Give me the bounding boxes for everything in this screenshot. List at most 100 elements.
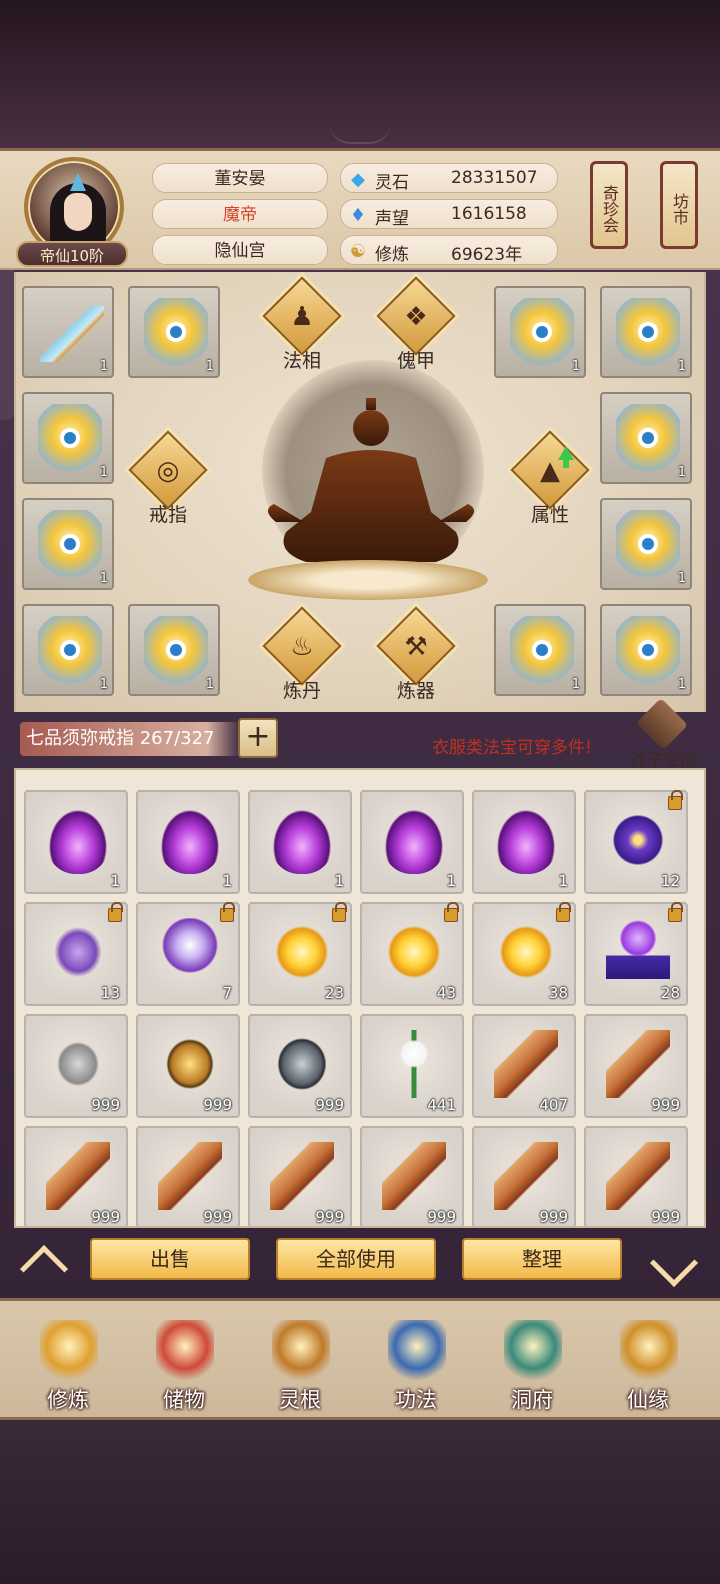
equip-slot[interactable]: 1 — [22, 498, 114, 590]
item-count: 999 — [203, 1096, 232, 1114]
ore-item-icon — [158, 1030, 222, 1098]
nav-item-gourd[interactable]: 仙缘 — [600, 1310, 696, 1420]
inventory-cell[interactable]: 38 — [472, 902, 576, 1006]
equip-slot[interactable]: 1 — [22, 392, 114, 484]
faxiang-button[interactable]: ♟ 法相 — [262, 276, 342, 384]
nav-label: 储物 — [163, 1388, 205, 1412]
stat-label: 灵石 — [375, 173, 409, 193]
item-count: 1 — [334, 872, 344, 890]
ring-button[interactable]: ◎ 戒指 — [128, 430, 208, 538]
stat-value: 28331507 — [451, 168, 538, 188]
nav-item-spirit-root[interactable]: 灵根 — [252, 1310, 348, 1420]
nav-item-cultivate[interactable]: 修炼 — [20, 1310, 116, 1420]
root-item-icon — [494, 1142, 558, 1210]
equip-slot[interactable]: 1 — [600, 498, 692, 590]
equip-slot[interactable]: 1 — [494, 286, 586, 378]
stat-value: 69623年 — [451, 245, 523, 265]
inventory-cell[interactable]: 999 — [584, 1126, 688, 1226]
market-button[interactable]: 坊市 — [660, 161, 698, 249]
inventory-cell[interactable]: 23 — [248, 902, 352, 1006]
iron-item-icon — [270, 1030, 334, 1098]
equip-slot[interactable]: 1 — [22, 604, 114, 696]
inventory-cell[interactable]: 407 — [472, 1014, 576, 1118]
inventory-cell[interactable]: 7 — [136, 902, 240, 1006]
inventory-cell[interactable]: 999 — [136, 1126, 240, 1226]
equip-slot[interactable]: 1 — [600, 392, 692, 484]
inventory-cell[interactable]: 999 — [24, 1014, 128, 1118]
inventory-cell[interactable]: 1 — [248, 790, 352, 894]
equip-slot[interactable]: 1 — [494, 604, 586, 696]
nav-item-storage-bag[interactable]: 储物 — [136, 1310, 232, 1420]
inventory-cell[interactable]: 999 — [472, 1126, 576, 1226]
use-all-button[interactable]: 全部使用 — [276, 1238, 436, 1280]
inventory-cell[interactable]: 1 — [472, 790, 576, 894]
item-count: 23 — [324, 984, 344, 1002]
armor-icon: ❖ — [404, 302, 428, 332]
expand-storage-button[interactable]: + — [238, 718, 278, 758]
item-count: 999 — [651, 1208, 680, 1226]
button-label: 法相 — [282, 350, 321, 372]
equip-slot-weapon[interactable]: 1 — [22, 286, 114, 378]
scroll-up-button[interactable] — [18, 1242, 70, 1294]
cultivation-icon: ☯ — [349, 240, 367, 262]
player-name: 董安晏 — [152, 163, 328, 193]
inventory-cell[interactable]: 1 — [24, 790, 128, 894]
inventory-cell[interactable]: 999 — [584, 1014, 688, 1118]
gold-item-icon — [382, 918, 446, 986]
sort-button[interactable]: 整理 — [462, 1238, 622, 1280]
treasure-pavilion-button[interactable]: 奇珍会 — [590, 161, 628, 249]
sell-button[interactable]: 出售 — [90, 1238, 250, 1280]
equip-slot[interactable]: 1 — [128, 604, 220, 696]
attributes-button[interactable]: ▲ 属性 — [510, 430, 590, 538]
nav-label: 灵根 — [279, 1388, 321, 1412]
inventory-cell[interactable]: 999 — [136, 1014, 240, 1118]
item-count: 441 — [427, 1096, 456, 1114]
alchemy-button[interactable]: ♨ 炼丹 — [262, 606, 342, 714]
root-item-icon — [382, 1142, 446, 1210]
forging-button[interactable]: ⚒ 炼器 — [376, 606, 456, 714]
stone-item-icon — [46, 1030, 110, 1098]
talisman-icon — [616, 616, 680, 686]
item-count: 407 — [539, 1096, 568, 1114]
equip-slot[interactable]: 1 — [128, 286, 220, 378]
upgrade-arrow-icon — [558, 446, 574, 468]
item-count: 28 — [660, 984, 680, 1002]
reputation-icon: ♦ — [349, 204, 367, 226]
equip-slot[interactable]: 1 — [600, 286, 692, 378]
lock-icon — [556, 902, 571, 922]
inventory-cell[interactable]: 1 — [360, 790, 464, 894]
nav-item-scripture-book[interactable]: 功法 — [368, 1310, 464, 1420]
equip-slot[interactable]: 1 — [600, 604, 692, 696]
top-banner — [0, 0, 720, 150]
item-count: 38 — [548, 984, 568, 1002]
stat-value: 1616158 — [451, 204, 527, 224]
button-label: 傀甲 — [396, 350, 435, 372]
inventory-cell[interactable]: 999 — [360, 1126, 464, 1226]
bottom-backdrop — [0, 1420, 720, 1584]
talisman-icon — [616, 510, 680, 580]
nav-label: 仙缘 — [627, 1388, 669, 1412]
meditating-figure — [267, 398, 475, 562]
inventory-cell[interactable]: 13 — [24, 902, 128, 1006]
spirit-stone-icon: ◆ — [351, 168, 365, 190]
item-count: 999 — [427, 1208, 456, 1226]
cauldron-icon: ♨ — [290, 632, 314, 662]
inventory-grid[interactable]: 1 1 1 1 1 12 13 7 23 43 38 28 999 999 999 441 407 999 999 9… — [14, 768, 706, 1228]
talisman-icon — [38, 404, 102, 474]
scroll-down-button[interactable] — [648, 1236, 700, 1288]
inventory-cell[interactable]: 12 — [584, 790, 688, 894]
inventory-cell[interactable]: 1 — [136, 790, 240, 894]
puppet-armor-button[interactable]: ❖ 傀甲 — [376, 276, 456, 384]
meditator-icon: ♟ — [290, 302, 314, 332]
inventory-cell[interactable]: 28 — [584, 902, 688, 1006]
chest-icon — [635, 697, 689, 751]
inventory-cell[interactable]: 999 — [24, 1126, 128, 1226]
root-item-icon — [606, 1030, 670, 1098]
mustard-space-button[interactable]: 芥子空间 — [626, 697, 702, 772]
inventory-cell[interactable]: 999 — [248, 1014, 352, 1118]
inventory-cell[interactable]: 43 — [360, 902, 464, 1006]
inventory-cell[interactable]: 999 — [248, 1126, 352, 1226]
storage-bag-icon — [156, 1320, 214, 1386]
inventory-cell[interactable]: 441 — [360, 1014, 464, 1118]
nav-item-cave-house[interactable]: 洞府 — [484, 1310, 580, 1420]
